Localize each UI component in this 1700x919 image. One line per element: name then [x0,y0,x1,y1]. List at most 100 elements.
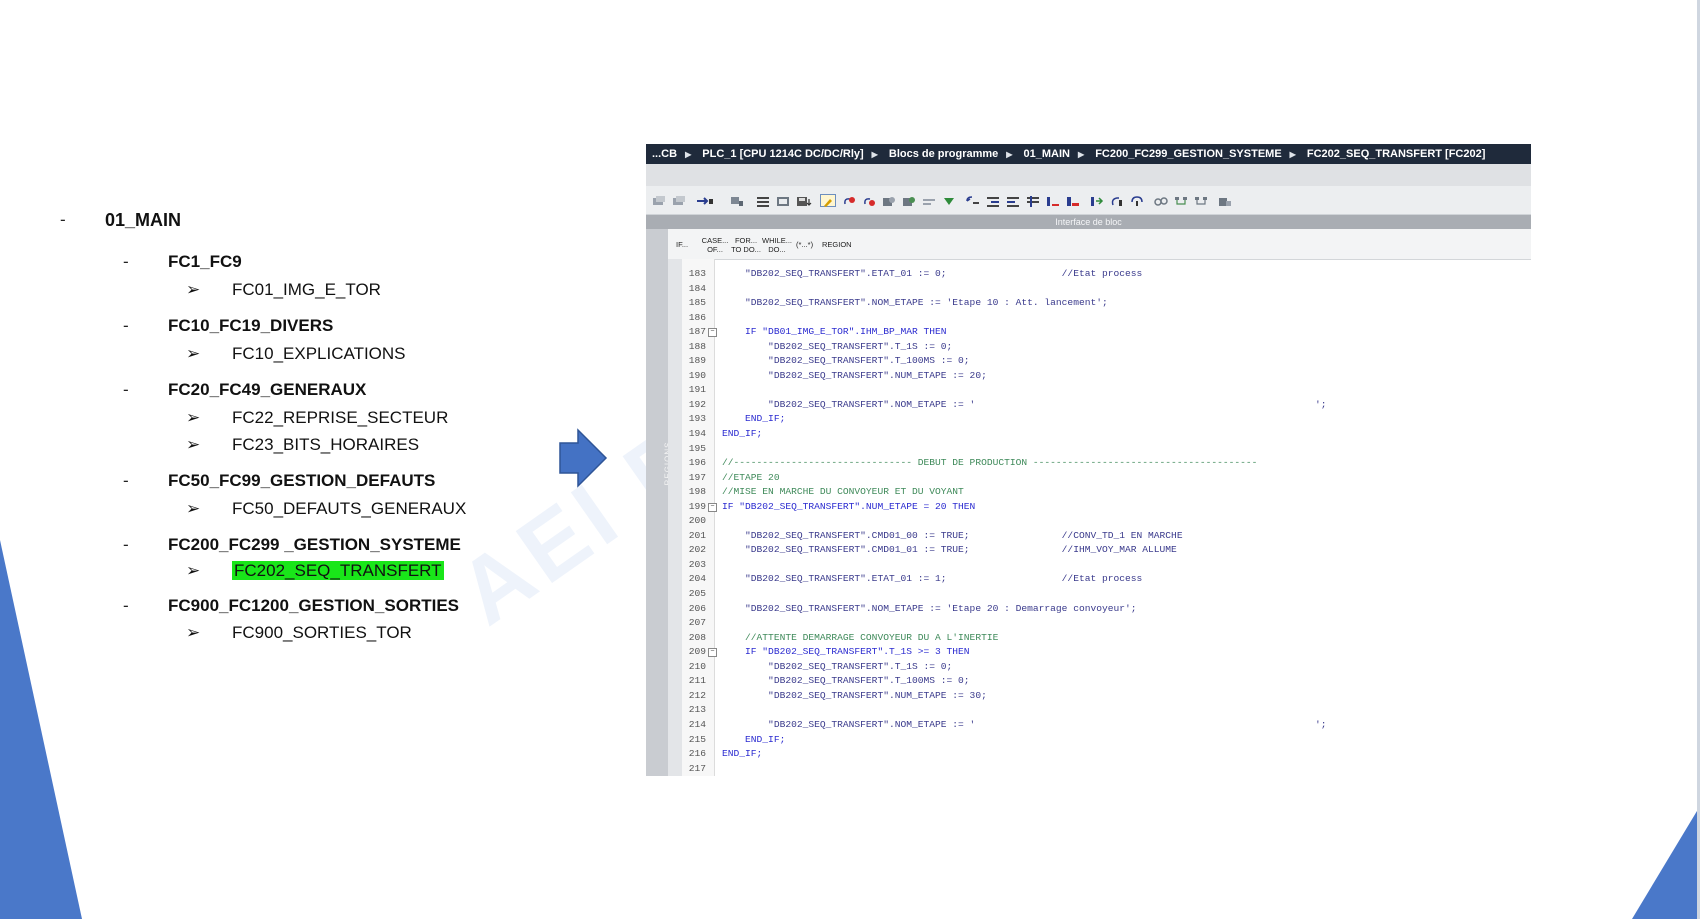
code-line[interactable]: 191 [682,383,1531,398]
jump-icon[interactable] [1090,194,1104,206]
collapse-icon[interactable]: − [708,328,717,338]
code-line[interactable]: 215 END_IF; [682,733,1531,748]
code-line[interactable]: 184 [682,282,1531,297]
line-number: 198 [688,486,706,498]
code-line[interactable]: 213 [682,703,1531,718]
line-number: 203 [688,558,706,570]
breadcrumb-item[interactable]: FC200_FC299_GESTION_SYSTEME [1095,148,1281,160]
breadcrumb-item[interactable]: 01_MAIN [1024,148,1070,160]
highlight-icon[interactable] [820,194,836,207]
line-number: 205 [688,588,706,600]
code-editor[interactable]: 183 "DB202_SEQ_TRANSFERT".ETAT_01 := 0; … [682,267,1531,776]
code-line[interactable]: 212 "DB202_SEQ_TRANSFERT".NUM_ETAPE := 3… [682,689,1531,704]
code-line[interactable]: 205 [682,587,1531,602]
code-line[interactable]: 210 "DB202_SEQ_TRANSFERT".T_1S := 0; [682,660,1531,675]
network-icon[interactable] [1174,194,1188,205]
code-line[interactable]: 183 "DB202_SEQ_TRANSFERT".ETAT_01 := 0; … [682,267,1531,282]
highlight-label: FC202_SEQ_TRANSFERT [232,561,444,580]
link-icon[interactable] [1154,194,1168,206]
code-line[interactable]: 195 [682,442,1531,457]
op-if[interactable]: IF... [676,240,688,249]
tree-arrow-icon: ➢ [186,499,201,518]
code-line[interactable]: 202 "DB202_SEQ_TRANSFERT".CMD01_01 := TR… [682,543,1531,558]
delete-network-icon[interactable] [672,194,686,205]
breadcrumb-item[interactable]: Blocs de programme [889,148,998,160]
tree-dash: - [60,210,66,229]
breakpoint-icon[interactable] [842,194,856,205]
code-line[interactable]: 187− IF "DB01_IMG_E_TOR".IHM_BP_MAR THEN [682,325,1531,340]
line-number: 189 [688,355,706,367]
code-line[interactable]: 204 "DB202_SEQ_TRANSFERT".ETAT_01 := 1; … [682,572,1531,587]
code-line[interactable]: 186 [682,311,1531,326]
code-line[interactable]: 217 [682,762,1531,776]
insert-network-icon[interactable] [652,194,666,205]
code-line[interactable]: 203 [682,558,1531,573]
tree-dash: - [123,380,129,399]
op-region[interactable]: REGION [822,240,852,249]
regions-panel[interactable]: REGIONS [646,229,672,776]
code-line[interactable]: 209− IF "DB202_SEQ_TRANSFERT".T_1S >= 3 … [682,645,1531,660]
breadcrumb-item[interactable]: FC202_SEQ_TRANSFERT [FC202] [1307,148,1486,160]
code-line[interactable]: 201 "DB202_SEQ_TRANSFERT".CMD01_00 := TR… [682,529,1531,544]
code-line[interactable]: 185 "DB202_SEQ_TRANSFERT".NOM_ETAPE := '… [682,296,1531,311]
sync-icon[interactable] [1130,194,1144,206]
code-line[interactable]: 193 END_IF; [682,412,1531,427]
op-for[interactable]: FOR... TO DO... [731,236,761,254]
chevron-right-icon: ▶ [1077,150,1085,159]
format-icon[interactable] [922,194,936,205]
bookmark-next-icon[interactable] [902,194,916,206]
uncomment-icon[interactable] [1046,194,1060,206]
expand-icon[interactable] [1066,194,1080,206]
title-strip [646,164,1531,186]
collapse-icon[interactable]: − [708,502,717,512]
code-line[interactable]: 207 [682,616,1531,631]
code-line[interactable]: 194 END_IF; [682,427,1531,442]
comment-icon[interactable] [1026,194,1040,207]
tree-arrow-icon: ➢ [186,435,201,454]
code-line[interactable]: 189 "DB202_SEQ_TRANSFERT".T_100MS := 0; [682,354,1531,369]
code-line[interactable]: 214 "DB202_SEQ_TRANSFERT".NOM_ETAPE := '… [682,718,1531,733]
line-number: 210 [688,660,706,672]
indent-left-icon[interactable] [966,194,980,205]
op-while[interactable]: WHILE... DO... [762,236,792,254]
op-comment[interactable]: (*...*) [796,240,813,249]
goto-icon[interactable] [696,194,713,205]
save-icon[interactable] [796,194,812,206]
code-line[interactable]: 196 //------------------------------- DEB… [682,456,1531,471]
code-line[interactable]: 190 "DB202_SEQ_TRANSFERT".NUM_ETAPE := 2… [682,369,1531,384]
settings-icon[interactable] [1218,194,1232,206]
outdent-icon[interactable] [1006,194,1020,207]
code-line[interactable]: 198 //MISE EN MARCHE DU CONVOYEUR ET DU V… [682,485,1531,500]
code-line[interactable]: 206 "DB202_SEQ_TRANSFERT".NOM_ETAPE := '… [682,602,1531,617]
code-line[interactable]: 211 "DB202_SEQ_TRANSFERT".T_100MS := 0; [682,674,1531,689]
collapse-icon[interactable]: − [708,648,717,658]
tree-dash: - [123,596,129,615]
code-line[interactable]: 200 [682,514,1531,529]
breadcrumb-item[interactable]: PLC_1 [CPU 1214C DC/DC/Rly] [702,148,863,160]
code-line[interactable]: 192 "DB202_SEQ_TRANSFERT".NOM_ETAPE := '… [682,398,1531,413]
line-number: 208 [688,631,706,643]
network-alt-icon[interactable] [1194,194,1208,205]
bookmark-icon[interactable] [882,194,896,206]
code-line[interactable]: 199− IF "DB202_SEQ_TRANSFERT".NUM_ETAPE =… [682,500,1531,515]
line-number: 187 [688,326,706,338]
code-text: "DB202_SEQ_TRANSFERT".NOM_ETAPE := ' '; [722,718,1327,730]
indent-right-icon[interactable] [986,194,1000,207]
monitor-icon[interactable] [730,194,744,206]
breakpoint-remove-icon[interactable] [862,194,876,206]
line-number: 197 [688,471,706,483]
code-line[interactable]: 208 //ATTENTE DEMARRAGE CONVOYEUR DU A L… [682,631,1531,646]
code-line[interactable]: 188 "DB202_SEQ_TRANSFERT".T_1S := 0; [682,340,1531,355]
breadcrumb-item[interactable]: ...CB [652,148,677,160]
code-line[interactable]: 197 //ETAPE 20 [682,471,1531,486]
line-number: 206 [688,602,706,614]
table-icon[interactable] [776,194,790,206]
refresh-icon[interactable] [1110,194,1124,206]
code-line[interactable]: 216 END_IF; [682,747,1531,762]
tree-item: FC50_DEFAUTS_GENERAUX [232,499,467,518]
block-interface-bar[interactable]: Interface de bloc [646,215,1531,229]
line-number: 209 [688,646,706,658]
list-icon[interactable] [756,194,770,207]
op-case[interactable]: CASE... OF... [700,236,730,254]
compile-icon[interactable] [942,194,956,205]
